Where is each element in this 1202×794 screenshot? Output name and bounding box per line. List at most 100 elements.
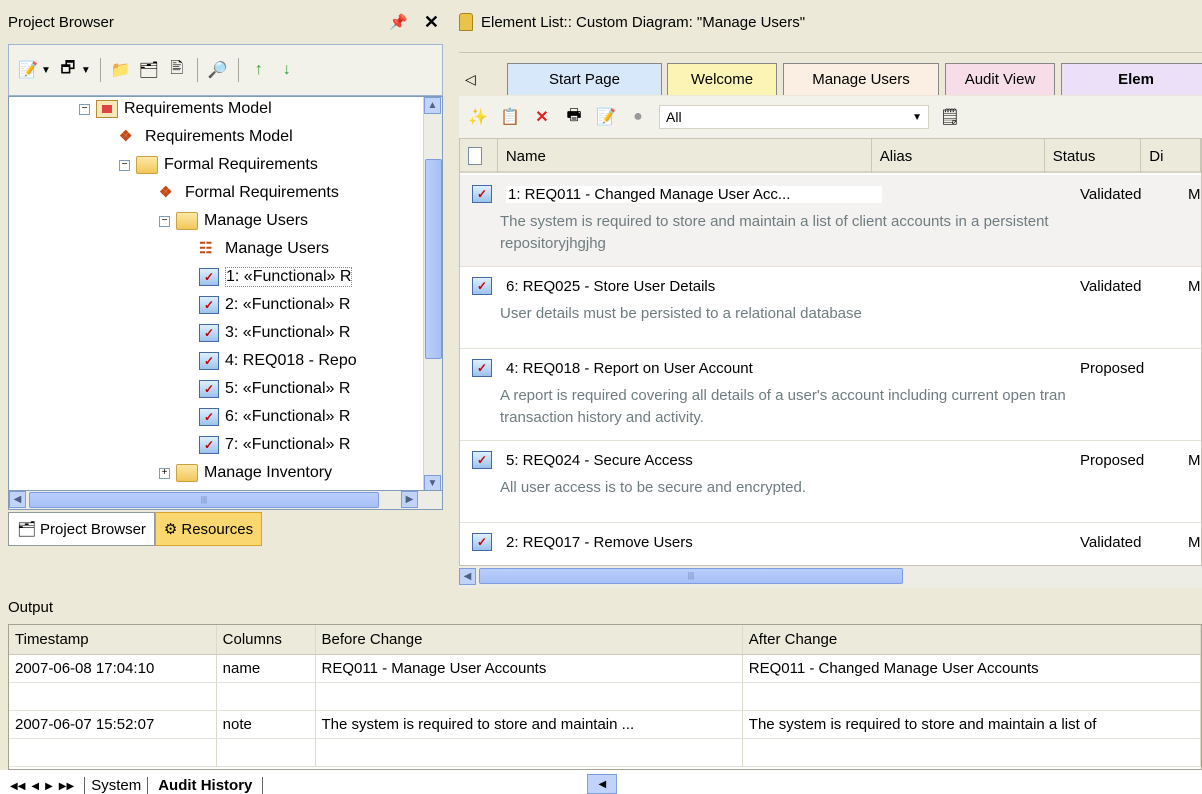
- scroll-right-icon[interactable]: ▶: [401, 491, 418, 508]
- chevron-down-icon[interactable]: ▼: [41, 65, 51, 76]
- copy-icon[interactable]: 📋: [499, 106, 521, 128]
- move-down-icon[interactable]: ↓: [276, 59, 298, 81]
- next-tab-icon[interactable]: ▶: [45, 781, 53, 792]
- model-package-icon: [96, 100, 118, 118]
- tree-item-label: 6: «Functional» R: [225, 408, 351, 425]
- tree-item[interactable]: ✓ 3: «Functional» R: [199, 319, 350, 347]
- edit-note-icon[interactable]: 📝: [595, 106, 617, 128]
- audit-row[interactable]: [9, 739, 1201, 767]
- tab-start-page[interactable]: Start Page: [507, 63, 662, 95]
- tree-item[interactable]: ✓ 4: REQ018 - Repo: [199, 347, 357, 375]
- scroll-up-icon[interactable]: ▲: [424, 97, 441, 114]
- find-icon[interactable]: 🔎: [207, 59, 229, 81]
- tree-item[interactable]: ✓ 5: «Functional» R: [199, 375, 350, 403]
- element-row[interactable]: ✓ 1: REQ011 - Changed Manage User Acc... V…: [460, 175, 1201, 267]
- model-tree-icon[interactable]: 🗂: [138, 59, 160, 81]
- toolbar-separator: [99, 58, 101, 82]
- pin-icon[interactable]: 📌: [389, 13, 408, 31]
- element-list-hscrollbar[interactable]: ◀ |||: [459, 566, 1202, 588]
- tree-item[interactable]: ✓ 2: «Functional» R: [199, 291, 350, 319]
- column-header-name[interactable]: Name: [498, 139, 872, 173]
- delete-icon[interactable]: ✕: [531, 106, 553, 128]
- tree-item[interactable]: ✓ 6: «Functional» R: [199, 403, 350, 431]
- element-list-hscroll-thumb[interactable]: |||: [479, 568, 903, 584]
- first-tab-icon[interactable]: ◀◀: [10, 781, 25, 792]
- collapse-icon[interactable]: −: [159, 215, 170, 227]
- audit-after: REQ011 - Changed Manage User Accounts: [743, 655, 1201, 682]
- tree-hscroll-thumb[interactable]: |||: [29, 492, 379, 508]
- element-row[interactable]: ✓ 6: REQ025 - Store User Details Validated…: [460, 267, 1201, 349]
- audit-column: note: [217, 711, 316, 738]
- tab-elem[interactable]: Elem: [1061, 63, 1202, 95]
- tree-horizontal-scrollbar[interactable]: ◀ ||| ▶: [8, 491, 443, 510]
- tree-item[interactable]: − Formal Requirements: [119, 151, 318, 179]
- tree-item[interactable]: ❖ Formal Requirements: [159, 179, 339, 207]
- scroll-left-icon[interactable]: ◀: [9, 491, 26, 508]
- tab-audit-view[interactable]: Audit View: [945, 63, 1055, 95]
- filter-dropdown[interactable]: All ▼: [659, 105, 929, 129]
- close-icon[interactable]: ✕: [424, 12, 439, 33]
- audit-row[interactable]: 2007-06-07 15:52:07 note The system is req…: [9, 711, 1201, 739]
- print-icon[interactable]: 🖶: [563, 106, 585, 128]
- column-header-status[interactable]: Status: [1045, 139, 1142, 173]
- column-header-columns[interactable]: Columns: [217, 625, 316, 654]
- element-status: Validated: [1080, 277, 1142, 295]
- column-header-alias[interactable]: Alias: [872, 139, 1045, 173]
- move-up-icon[interactable]: ↑: [248, 59, 270, 81]
- expand-icon[interactable]: +: [159, 467, 170, 479]
- tab-scroll-left-icon[interactable]: ◁: [465, 71, 476, 88]
- column-header-before[interactable]: Before Change: [316, 625, 743, 654]
- tab-project-browser[interactable]: 🗂 Project Browser: [8, 512, 155, 546]
- element-list-grid[interactable]: Name Alias Status Di ✓ 1: REQ011 - Change…: [459, 138, 1202, 566]
- element-list-toolbar: ✨ 📋 ✕ 🖶 📝 ● All ▼ 🗒: [459, 96, 1202, 138]
- element-status: Validated: [1080, 533, 1142, 551]
- tree-item-label: 1: «Functional» R: [225, 267, 353, 287]
- new-item-icon[interactable]: ✨: [467, 106, 489, 128]
- element-row[interactable]: ✓ 5: REQ024 - Secure Access Proposed M All u…: [460, 441, 1201, 523]
- element-row[interactable]: ✓ 2: REQ017 - Remove Users Validated M: [460, 523, 1201, 565]
- settings-list-icon[interactable]: 🗒: [939, 106, 961, 128]
- audit-column: [217, 739, 316, 766]
- project-tree[interactable]: + Manage Inventory ✓ 7: «Functional» R ✓ 6: «…: [8, 96, 443, 491]
- element-extra: M: [1188, 533, 1201, 551]
- tab-resources[interactable]: ⚙ Resources: [154, 512, 263, 546]
- column-header-di[interactable]: Di: [1141, 139, 1201, 173]
- tree-item[interactable]: ✓ 7: «Functional» R: [199, 431, 350, 459]
- tab-audit-history[interactable]: Audit History: [148, 777, 264, 794]
- scroll-down-icon[interactable]: ▼: [424, 475, 441, 490]
- scroll-left-icon[interactable]: ◀: [587, 774, 618, 794]
- column-header-timestamp[interactable]: Timestamp: [9, 625, 217, 654]
- tree-vertical-scrollbar[interactable]: ▲ ▼: [423, 97, 442, 490]
- collapse-icon[interactable]: −: [79, 103, 90, 115]
- tree-item[interactable]: + Manage Inventory: [159, 459, 332, 487]
- tree-item[interactable]: ✓ 1: «Functional» R: [199, 263, 353, 291]
- chevron-down-icon[interactable]: ▼: [81, 65, 91, 76]
- audit-timestamp: 2007-06-07 15:52:07: [9, 711, 217, 738]
- tab-manage-users[interactable]: Manage Users: [783, 63, 939, 95]
- properties-icon[interactable]: 🖹: [166, 59, 188, 81]
- audit-before: [316, 739, 743, 766]
- tree-item[interactable]: − Requirements Model: [79, 97, 272, 123]
- tree-item[interactable]: ☷ Manage Users: [199, 235, 329, 263]
- audit-before: [316, 683, 743, 710]
- prev-tab-icon[interactable]: ◀: [31, 781, 39, 792]
- audit-row[interactable]: [9, 683, 1201, 711]
- new-diagram-icon[interactable]: 🗗: [57, 59, 79, 81]
- audit-history-grid[interactable]: Timestamp Columns Before Change After Ch…: [8, 624, 1202, 770]
- element-row[interactable]: ✓ 4: REQ018 - Report on User Account Propo…: [460, 349, 1201, 441]
- tab-welcome[interactable]: Welcome: [667, 63, 777, 95]
- column-header-after[interactable]: After Change: [743, 625, 1201, 654]
- scroll-left-icon[interactable]: ◀: [459, 568, 476, 585]
- collapse-icon[interactable]: −: [119, 159, 130, 171]
- new-package-icon[interactable]: 📁: [110, 59, 132, 81]
- last-tab-icon[interactable]: ▶▶: [59, 781, 74, 792]
- tab-system[interactable]: System: [84, 777, 149, 794]
- audit-row[interactable]: 2007-06-08 17:04:10 name REQ011 - Manage U…: [9, 655, 1201, 683]
- element-list-title: Element List:: Custom Diagram: "Manage U…: [481, 13, 806, 31]
- tree-item[interactable]: − Manage Users: [159, 207, 308, 235]
- toolbar-separator: [196, 58, 198, 82]
- chevron-down-icon[interactable]: ▼: [912, 112, 922, 123]
- tree-scroll-thumb[interactable]: [425, 159, 442, 359]
- new-element-icon[interactable]: 📝: [17, 59, 39, 81]
- tree-item[interactable]: ❖ Requirements Model: [119, 123, 293, 151]
